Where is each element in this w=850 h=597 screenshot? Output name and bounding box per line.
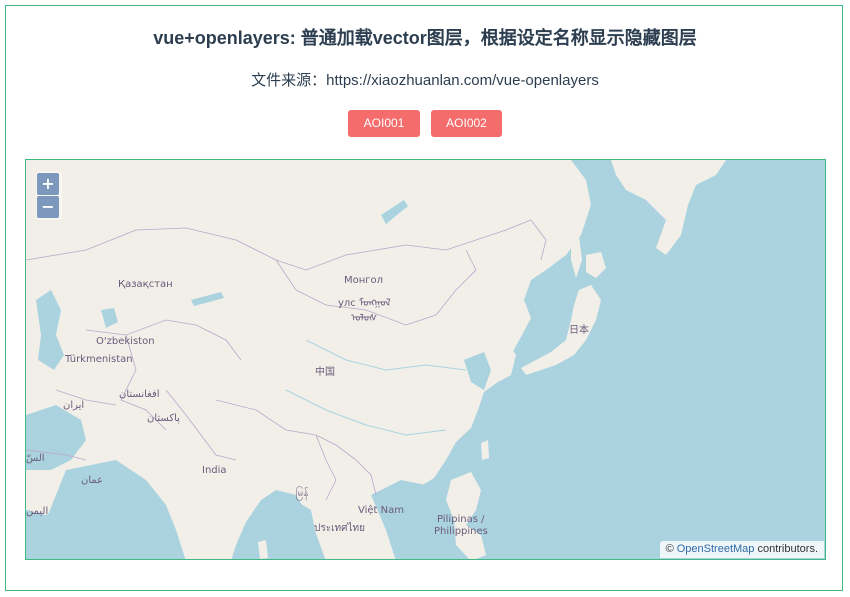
layer-button-row: AOI001 AOI002 [0,110,850,137]
label-uzbekistan: O'zbekiston [96,336,155,347]
land-taiwan [481,440,489,460]
label-kazakhstan: Қазақстан [118,279,173,290]
label-oman: عمان [81,475,104,486]
source-text: 文件来源：https://xiaozhuanlan.com/vue-openla… [251,72,599,89]
osm-link[interactable]: OpenStreetMap [677,543,755,555]
attribution-suffix: contributors. [757,543,818,555]
zoom-control: + − [36,171,62,220]
label-saudi: السّ [26,453,45,464]
label-philippines-2: Philippines [434,526,488,537]
zoom-out-button[interactable]: − [37,196,59,218]
label-vietnam: Việt Nam [358,505,405,516]
map-attribution: © OpenStreetMap contributors. [659,541,824,558]
label-myanmar: မြန် [296,488,309,499]
label-mongolia: Монгол [344,275,384,286]
label-japan: 日本 [569,325,589,336]
label-afghanistan: افغانستان [119,389,160,400]
attribution-prefix: © [665,543,674,555]
aoi002-button[interactable]: AOI002 [431,110,502,137]
label-india: India [202,465,227,476]
page-title: vue+openlayers: 普通加载vector图层，根据设定名称显示隐藏图… [153,28,697,48]
label-philippines: Pilipinas / [437,514,485,525]
aoi001-button[interactable]: AOI001 [348,110,420,137]
label-turkmenistan: Türkmenistan [65,354,133,365]
label-thailand: ประเทศไทย [314,523,365,534]
label-pakistan: پاکستان [147,413,180,424]
map-basemap [26,160,825,559]
label-mongolia-script-2: ᠤᠯᠤᠰ [351,313,378,324]
map-view[interactable]: Қазақстан Монгол улс ᠮᠣᠩᠭᠣᠯ ᠤᠯᠤᠰ 日本 O'zb… [25,159,826,560]
zoom-in-button[interactable]: + [37,173,59,195]
label-iran: ایران [63,400,85,411]
label-china: 中国 [315,367,335,378]
label-yemen: اليمن [26,506,49,517]
